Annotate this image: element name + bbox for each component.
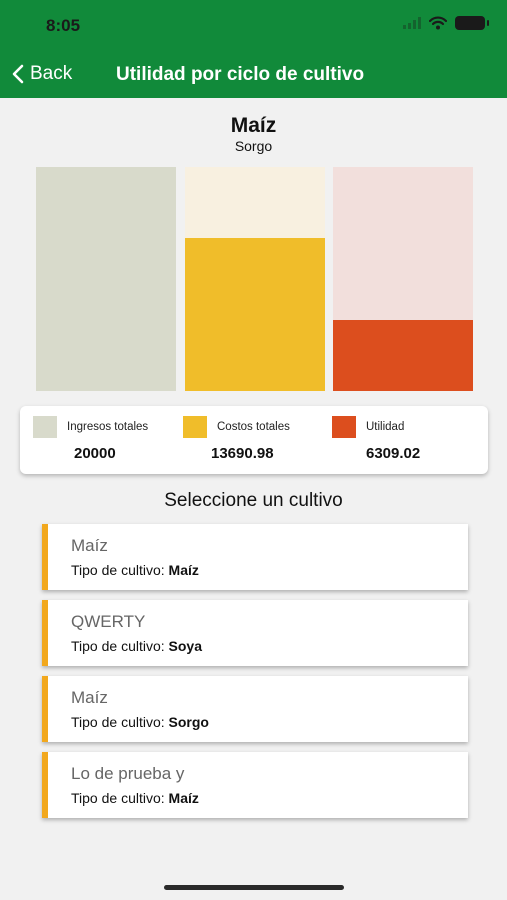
crop-card[interactable]: Maíz Tipo de cultivo: Maíz [42,524,468,590]
chart-subtitle: Sorgo [234,138,273,154]
chevron-left-icon [12,64,24,84]
crop-type-value: Sorgo [168,714,209,730]
crop-card[interactable]: Maíz Tipo de cultivo: Sorgo [42,676,468,742]
bar-background [184,167,325,391]
battery-icon [455,16,489,30]
legend-label: Utilidad [366,421,405,433]
back-button[interactable]: Back [10,60,72,88]
legend-value: 6309.02 [366,445,421,462]
status-icons [403,16,489,30]
crop-type-value: Maíz [168,790,199,806]
crop-card[interactable]: Lo de prueba y Tipo de cultivo: Maíz [42,752,468,818]
legend-item: Utilidad 6309.02 [20,406,488,474]
chart-legend: Ingresos totales 20000 Costos totales 13690… [20,406,488,474]
crop-name: QWERTY [71,612,146,631]
crop-type: Tipo de cultivo: Soya [71,638,202,654]
crop-type: Tipo de cultivo: Maíz [71,790,199,806]
crop-type-prefix: Tipo de cultivo: [71,790,169,806]
home-indicator [164,885,344,890]
crop-name: Maíz [71,688,108,707]
bar-chart [36,167,473,391]
legend-swatch [332,416,356,438]
page-title: Utilidad por ciclo de cultivo [116,64,365,85]
cellular-signal-icon [403,17,421,29]
bar-background [333,167,473,391]
back-label: Back [30,63,73,84]
nav-bar: Back Utilidad por ciclo de cultivo [0,50,507,98]
crop-type: Tipo de cultivo: Sorgo [71,714,209,730]
crop-type-prefix: Tipo de cultivo: [71,562,169,578]
crop-type-value: Maíz [168,562,199,578]
section-title: Seleccione un cultivo [164,490,343,511]
status-time: 8:05 [46,16,81,35]
bar-background [36,167,176,391]
status-bar: 8:05 [0,0,507,50]
crop-card[interactable]: QWERTY Tipo de cultivo: Soya [42,600,468,666]
bar [36,167,176,391]
crop-name: Maíz [71,536,108,555]
crop-type-value: Soya [168,638,202,654]
crop-type-prefix: Tipo de cultivo: [71,638,169,654]
bar [184,238,325,391]
chart-title: Maíz [230,114,277,137]
crop-type-prefix: Tipo de cultivo: [71,714,169,730]
bar [333,320,473,391]
crop-name: Lo de prueba y [71,764,185,783]
crop-type: Tipo de cultivo: Maíz [71,562,199,578]
wifi-icon [429,16,447,30]
